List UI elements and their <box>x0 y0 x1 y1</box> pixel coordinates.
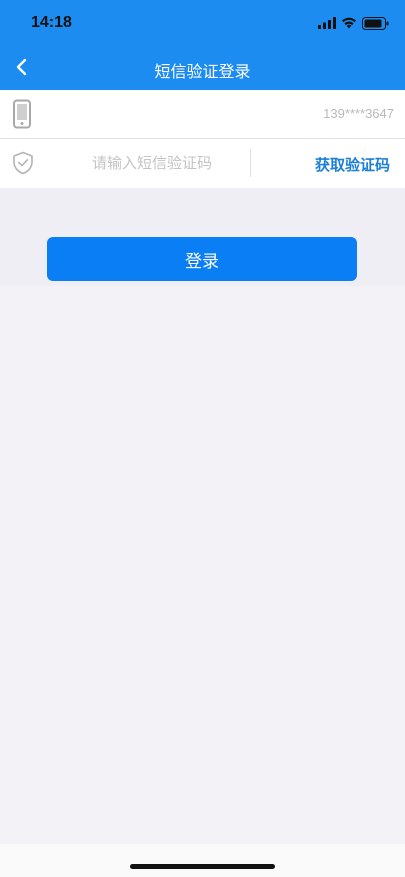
wifi-icon <box>342 17 356 29</box>
status-icons <box>318 15 389 31</box>
phone-icon <box>13 99 31 129</box>
code-row: 获取验证码 <box>0 139 405 188</box>
battery-icon <box>362 16 389 30</box>
phone-row: 139****3647 <box>0 90 405 139</box>
nav-bar: 短信验证登录 <box>0 48 405 90</box>
phone-number: 139****3647 <box>323 106 394 121</box>
login-button[interactable]: 登录 <box>47 237 357 281</box>
page-title: 短信验证登录 <box>154 62 251 81</box>
status-bar: 14:18 <box>0 0 405 48</box>
login-screen: 14:18 短信验证登录 139****3647 请输入短信验证码 获取验证码 … <box>0 0 405 877</box>
sms-code-input[interactable] <box>62 149 242 177</box>
home-indicator[interactable] <box>130 864 275 869</box>
bottom-bar <box>0 844 405 877</box>
app-header: 14:18 短信验证登录 <box>0 0 405 90</box>
status-time: 14:18 <box>31 14 72 31</box>
signal-icon <box>318 17 336 29</box>
row-divider <box>250 149 251 177</box>
get-code-button[interactable]: 获取验证码 <box>315 154 390 175</box>
shield-check-icon <box>13 151 33 175</box>
